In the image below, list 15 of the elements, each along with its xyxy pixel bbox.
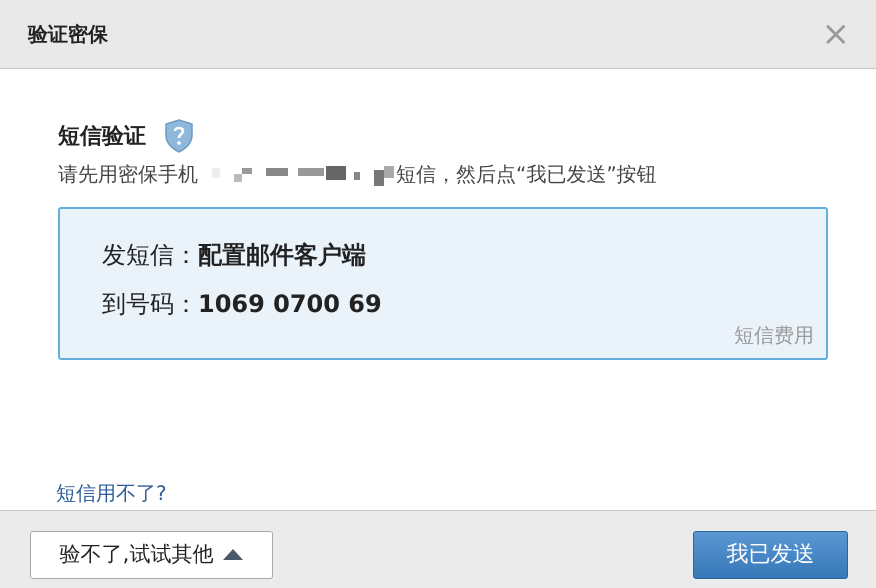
sent-button[interactable]: 我已发送: [693, 530, 848, 578]
caret-icon: [223, 549, 244, 560]
instruction-text: 请先用密保手机: [58, 161, 198, 188]
close-button[interactable]: ×: [818, 17, 854, 51]
field-value: 1069 0700 69: [198, 288, 382, 320]
instruction-text: 短信，然后点“我已发送”按钮: [396, 161, 657, 188]
field-label: 发短信：: [102, 240, 198, 271]
shield-help-icon: [164, 119, 194, 153]
help-link[interactable]: 短信用不了?: [56, 478, 167, 508]
section-title: 短信验证: [58, 122, 146, 150]
dialog-title: 验证密保: [28, 21, 108, 48]
sms-fee-link[interactable]: 短信费用: [734, 320, 814, 350]
field-value: 配置邮件客户端: [198, 240, 366, 271]
field-label: 到号码：: [102, 288, 198, 320]
other-methods-button[interactable]: 验不了,试试其他: [30, 530, 273, 578]
